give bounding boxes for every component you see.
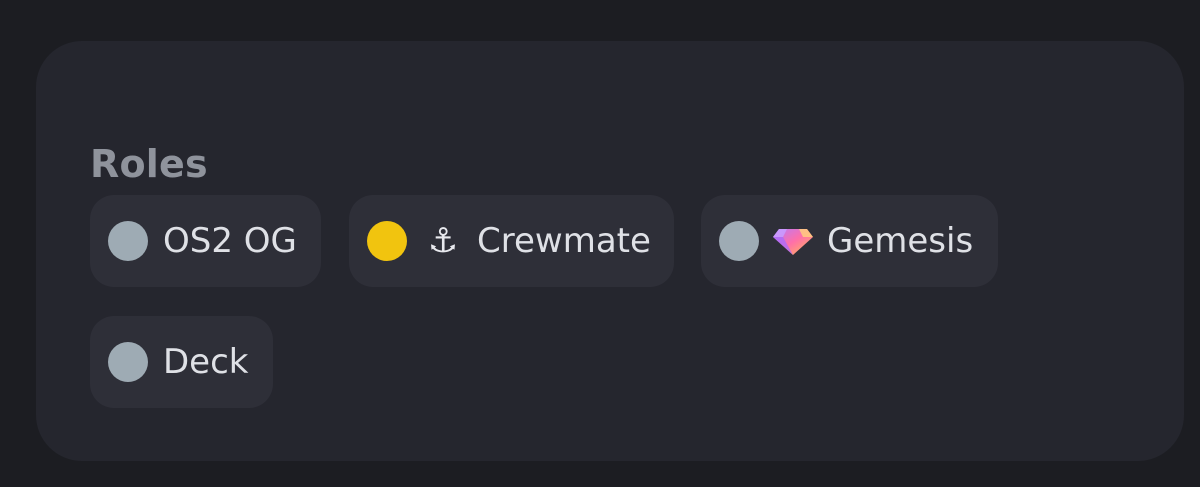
gem-icon: [771, 221, 815, 261]
role-name: Gemesis: [827, 221, 974, 261]
role-name: Deck: [163, 342, 249, 382]
roles-card: Roles OS2 OG ⚓ Crewmate Gemesis Deck: [36, 41, 1184, 461]
role-name: Crewmate: [477, 221, 651, 261]
roles-section-title: Roles: [90, 142, 208, 186]
role-chip-deck[interactable]: Deck: [90, 316, 273, 408]
role-color-dot: [108, 221, 148, 261]
role-color-dot: [367, 221, 407, 261]
role-name: OS2 OG: [163, 221, 297, 261]
role-chip-os2-og[interactable]: OS2 OG: [90, 195, 321, 287]
anchor-icon: ⚓: [427, 221, 459, 261]
role-color-dot: [719, 221, 759, 261]
role-chip-gemesis[interactable]: Gemesis: [701, 195, 998, 287]
role-chip-crewmate[interactable]: ⚓ Crewmate: [349, 195, 674, 287]
role-color-dot: [108, 342, 148, 382]
